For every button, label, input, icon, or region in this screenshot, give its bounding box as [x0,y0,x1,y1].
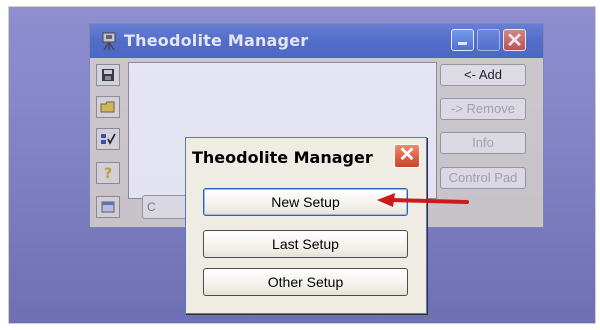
add-button[interactable]: <- Add [440,64,526,86]
theodolite-app-icon [100,31,120,51]
dialog-title: Theodolite Manager [192,148,373,167]
save-icon[interactable] [96,64,120,86]
dialog-titlebar[interactable]: Theodolite Manager ✕ [186,138,426,174]
window-icon[interactable] [96,196,120,218]
red-arrow-annotation [377,193,469,207]
close-button[interactable]: ✕ [503,29,526,52]
desktop: Theodolite Manager ✕ ? <- Add -> Remove … [8,6,596,324]
check-icon[interactable] [96,128,120,150]
control-pad-button[interactable]: Control Pad [440,167,526,189]
main-window-title: Theodolite Manager [124,31,309,50]
info-button[interactable]: Info [440,132,526,154]
remove-button[interactable]: -> Remove [440,98,526,120]
open-folder-icon[interactable] [96,96,120,118]
main-window-titlebar[interactable]: Theodolite Manager ✕ [90,24,543,58]
close-icon: ✕ [398,144,416,166]
help-icon[interactable]: ? [96,162,120,184]
toolbar: ? [96,64,122,218]
maximize-button[interactable] [477,29,500,51]
dialog-close-button[interactable]: ✕ [394,144,420,168]
setup-dialog: Theodolite Manager ✕ New Setup Last Setu… [185,137,427,314]
svg-text:?: ? [104,166,112,181]
minimize-button[interactable] [451,29,474,51]
close-icon: ✕ [506,30,523,52]
other-setup-button[interactable]: Other Setup [203,268,408,296]
last-setup-button[interactable]: Last Setup [203,230,408,258]
